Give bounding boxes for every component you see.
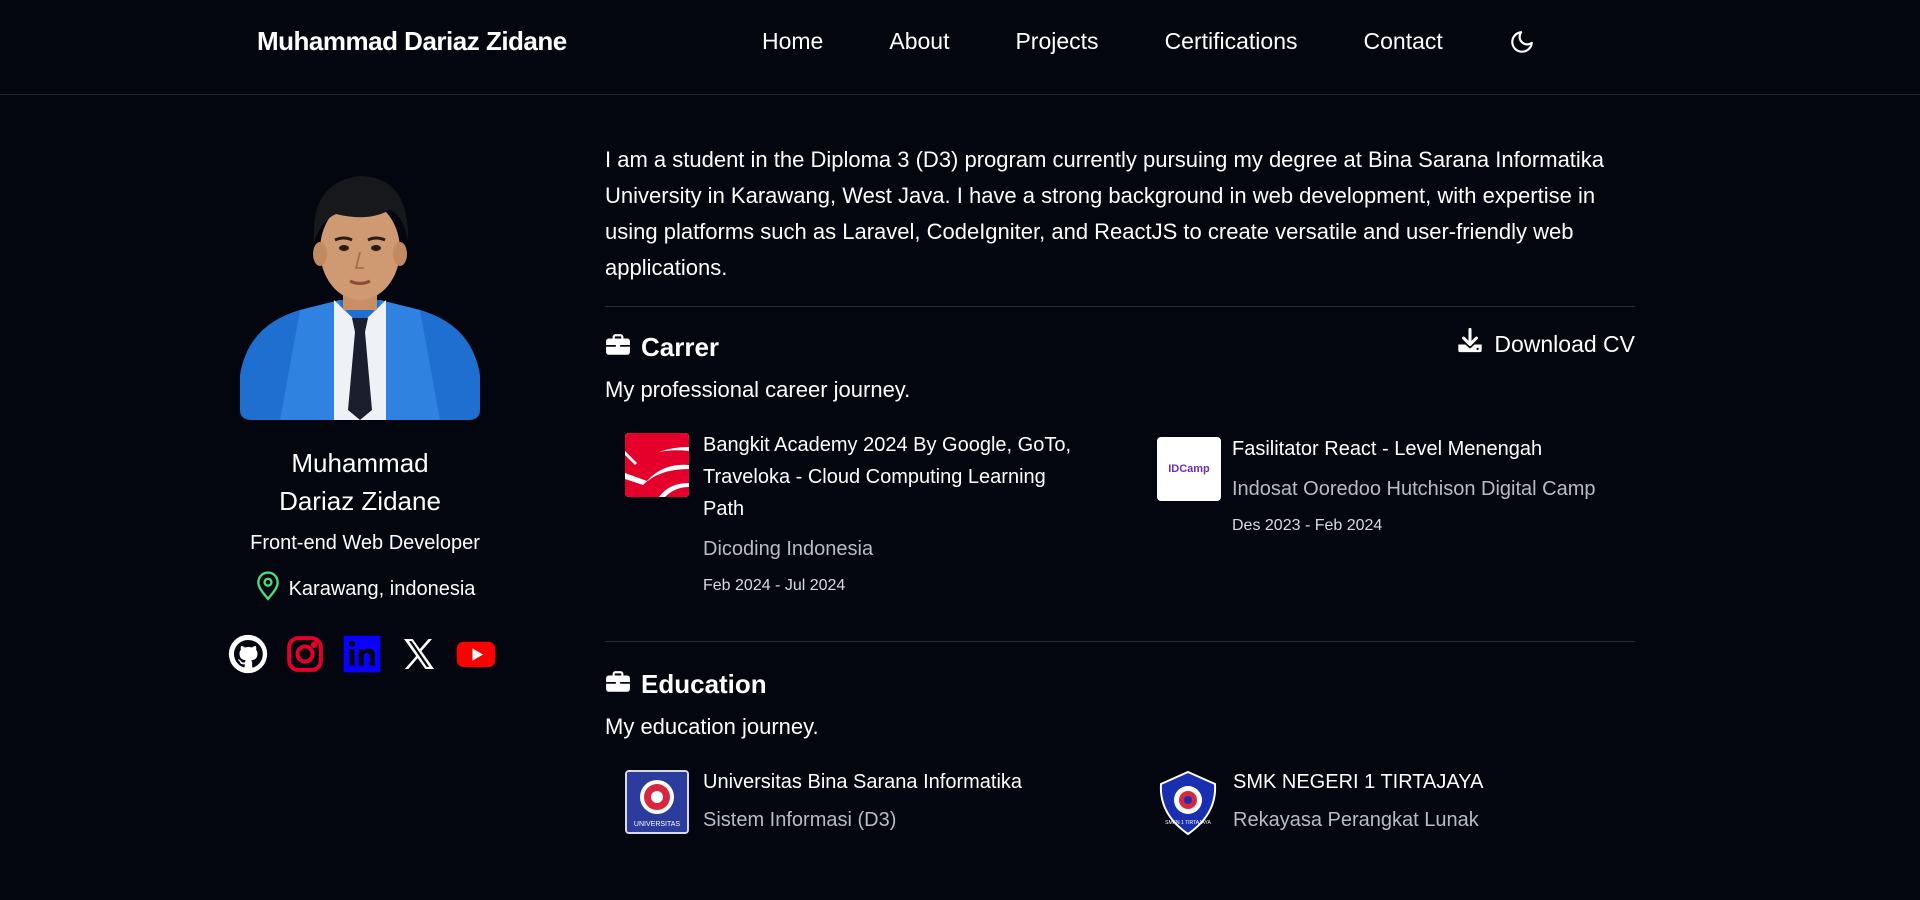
education-title: Education	[641, 668, 767, 699]
profile-name: Muhammad Dariaz Zidane	[279, 448, 441, 516]
profile-location: Karawang, indonesia	[200, 571, 520, 607]
divider	[605, 641, 1635, 642]
download-cv-button[interactable]: Download CV	[1456, 327, 1635, 361]
career-item-title: Fasilitator React - Level Menengah	[1232, 438, 1543, 460]
main-content: I am a student in the Diploma 3 (D3) pro…	[605, 142, 1635, 836]
idcamp-logo: IDCamp	[1157, 437, 1221, 501]
career-item-title: Bangkit Academy 2024 By Google, GoTo, Tr…	[703, 434, 1071, 520]
education-item-org: Rekayasa Perangkat Lunak	[1233, 809, 1479, 831]
svg-text:UNIVERSITAS: UNIVERSITAS	[634, 821, 680, 828]
career-item-org: Dicoding Indonesia	[703, 538, 874, 560]
nav-contact[interactable]: Contact	[1364, 28, 1443, 55]
career-subtitle: My professional career journey.	[605, 377, 911, 402]
nav-certifications[interactable]: Certifications	[1165, 28, 1298, 55]
brand-name[interactable]: Muhammad Dariaz Zidane	[257, 26, 567, 57]
briefcase-icon	[605, 670, 631, 699]
education-item-title: Universitas Bina Sarana Informatika	[703, 771, 1023, 793]
smkn1-logo: SMKN 1 TIRTAJAYA	[1155, 770, 1221, 836]
ubsi-logo: UNIVERSITAS	[625, 770, 689, 834]
location-pin-icon	[255, 571, 289, 607]
youtube-icon[interactable]	[455, 633, 497, 675]
about-text: I am a student in the Diploma 3 (D3) pro…	[605, 147, 1605, 280]
career-title: Carrer	[641, 331, 720, 362]
linkedin-icon[interactable]	[341, 633, 383, 675]
education-item-title: SMK NEGERI 1 TIRTAJAYA	[1233, 771, 1484, 793]
x-icon[interactable]	[398, 633, 440, 675]
education-list: UNIVERSITAS Universitas Bina Sarana Info…	[605, 770, 1635, 836]
download-cv-label: Download CV	[1494, 330, 1635, 357]
education-item-ubsi: UNIVERSITAS Universitas Bina Sarana Info…	[625, 770, 1145, 836]
education-subtitle: My education journey.	[605, 714, 819, 739]
profile-role: Front-end Web Developer	[250, 532, 480, 554]
career-list: Bangkit Academy 2024 By Google, GoTo, Tr…	[605, 433, 1635, 595]
education-item-smkn1: SMKN 1 TIRTAJAYA SMK NEGERI 1 TIRTAJAYA …	[1155, 770, 1595, 836]
svg-text:SMKN 1 TIRTAJAYA: SMKN 1 TIRTAJAYA	[1165, 820, 1211, 826]
bangkit-logo	[625, 433, 689, 497]
career-header: Carrer Download CV	[605, 327, 1635, 367]
nav-home[interactable]: Home	[762, 28, 823, 55]
divider	[605, 306, 1635, 307]
avatar	[240, 160, 480, 420]
download-icon	[1456, 327, 1494, 361]
career-item-date: Des 2023 - Feb 2024	[1232, 517, 1383, 534]
profile-card: Muhammad Dariaz Zidane Front-end Web Dev…	[200, 140, 520, 675]
main-nav: Home About Projects Certifications Conta…	[762, 28, 1535, 55]
education-header: Education	[605, 664, 1635, 704]
briefcase-icon	[605, 333, 631, 362]
career-item-date: Feb 2024 - Jul 2024	[703, 577, 846, 594]
instagram-icon[interactable]	[284, 633, 326, 675]
nav-projects[interactable]: Projects	[1015, 28, 1098, 55]
social-links	[200, 633, 520, 675]
moon-icon[interactable]	[1509, 29, 1535, 55]
education-item-org: Sistem Informasi (D3)	[703, 809, 897, 831]
location-text: Karawang, indonesia	[288, 577, 476, 600]
github-icon[interactable]	[227, 633, 269, 675]
career-item-idcamp: IDCamp Fasilitator React - Level Menenga…	[1157, 433, 1597, 595]
career-item-bangkit: Bangkit Academy 2024 By Google, GoTo, Tr…	[625, 433, 1085, 595]
career-item-org: Indosat Ooredoo Hutchison Digital Camp	[1232, 478, 1596, 500]
site-header: Muhammad Dariaz Zidane Home About Projec…	[0, 0, 1920, 95]
nav-about[interactable]: About	[889, 28, 949, 55]
